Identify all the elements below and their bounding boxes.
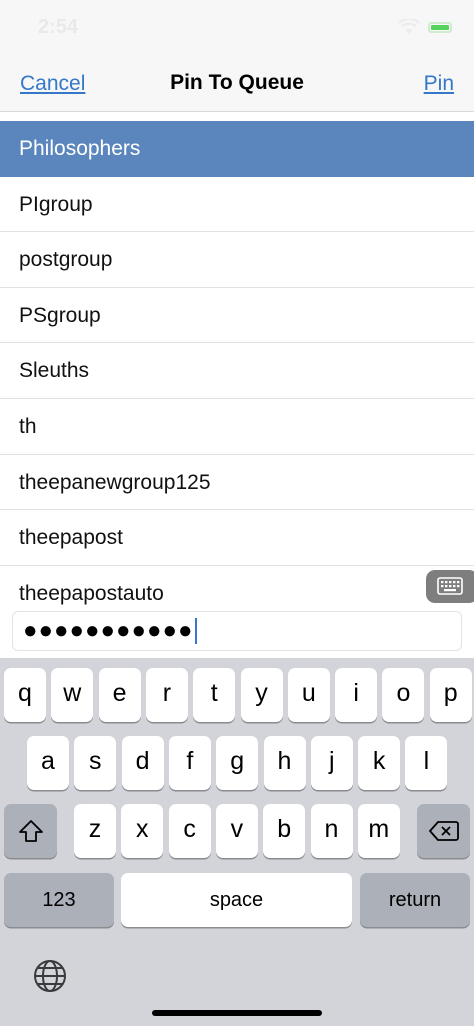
return-key-label: return: [388, 889, 442, 911]
key-label: l: [423, 747, 430, 775]
key-n[interactable]: n: [310, 804, 353, 858]
key-q[interactable]: q: [4, 668, 46, 722]
keyboard-dismiss-button[interactable]: [426, 570, 474, 603]
queue-item[interactable]: theepapost: [0, 510, 474, 566]
key-label: i: [353, 679, 359, 707]
key-label: j: [329, 747, 335, 775]
queue-item[interactable]: theepapostauto: [0, 566, 474, 606]
wifi-icon: [398, 19, 420, 34]
key-v[interactable]: v: [215, 804, 258, 858]
keyboard: q w e r t y u i o p a s d f g h j k l z x c v b n m 123 space ret…: [0, 658, 474, 1026]
key-label: p: [443, 679, 458, 707]
queue-item[interactable]: Philosophers: [0, 121, 474, 177]
key-label: r: [162, 679, 172, 707]
text-caret: [195, 618, 198, 644]
key-z[interactable]: z: [74, 804, 116, 858]
key-d[interactable]: d: [121, 736, 164, 790]
key-h[interactable]: h: [263, 736, 306, 790]
key-label: m: [368, 815, 390, 843]
input-row: ●●●●●●●●●●●: [0, 606, 474, 658]
key-c[interactable]: c: [168, 804, 211, 858]
key-k[interactable]: k: [358, 736, 401, 790]
globe-icon[interactable]: [32, 958, 68, 994]
pin-button[interactable]: Pin: [424, 72, 454, 96]
shift-icon: [18, 820, 43, 842]
key-i[interactable]: i: [335, 668, 378, 722]
page-title: Pin To Queue: [170, 71, 304, 94]
status-time: 2:54: [38, 16, 79, 38]
space-key[interactable]: space: [121, 873, 352, 927]
queue-item[interactable]: th: [0, 399, 474, 455]
numbers-key-label: 123: [42, 889, 76, 911]
key-j[interactable]: j: [310, 736, 353, 790]
queue-item[interactable]: theepanewgroup125: [0, 455, 474, 511]
home-indicator: [152, 1010, 322, 1016]
password-field[interactable]: ●●●●●●●●●●●: [12, 611, 462, 651]
queue-item[interactable]: PIgroup: [0, 177, 474, 233]
space-key-label: space: [209, 889, 264, 911]
key-a[interactable]: a: [27, 736, 69, 790]
key-label: c: [183, 815, 196, 843]
key-t[interactable]: t: [193, 668, 236, 722]
key-label: y: [255, 679, 268, 707]
queue-list: Philosophers PIgroup postgroup PSgroup S…: [0, 121, 474, 606]
key-label: f: [186, 747, 194, 775]
numbers-key[interactable]: 123: [4, 873, 114, 927]
key-s[interactable]: s: [74, 736, 117, 790]
key-g[interactable]: g: [216, 736, 259, 790]
key-label: t: [210, 679, 218, 707]
status-bar: 2:54: [0, 0, 474, 58]
key-label: v: [230, 815, 244, 843]
key-label: e: [112, 679, 127, 707]
key-e[interactable]: e: [98, 668, 141, 722]
key-label: a: [41, 747, 55, 775]
key-w[interactable]: w: [51, 668, 94, 722]
queue-item[interactable]: Sleuths: [0, 343, 474, 399]
delete-key[interactable]: [417, 804, 470, 858]
key-label: s: [89, 747, 102, 775]
keyboard-icon: [437, 577, 463, 595]
key-f[interactable]: f: [168, 736, 211, 790]
key-label: u: [301, 679, 316, 707]
key-label: n: [324, 815, 339, 843]
key-label: o: [396, 679, 411, 707]
delete-icon: [428, 821, 459, 841]
battery-icon: [428, 22, 452, 33]
key-y[interactable]: y: [240, 668, 283, 722]
key-o[interactable]: o: [382, 668, 425, 722]
key-label: k: [372, 747, 386, 775]
key-label: z: [88, 815, 102, 843]
queue-item[interactable]: PSgroup: [0, 288, 474, 344]
key-label: d: [135, 747, 150, 775]
key-x[interactable]: x: [121, 804, 164, 858]
key-p[interactable]: p: [429, 668, 472, 722]
key-label: b: [277, 815, 292, 843]
key-r[interactable]: r: [145, 668, 188, 722]
key-l[interactable]: l: [405, 736, 448, 790]
key-label: g: [230, 747, 245, 775]
key-b[interactable]: b: [263, 804, 306, 858]
key-label: x: [136, 815, 149, 843]
nav-bar: Cancel Pin To Queue Pin: [0, 58, 474, 112]
return-key[interactable]: return: [360, 873, 470, 927]
key-u[interactable]: u: [287, 668, 330, 722]
shift-key[interactable]: [4, 804, 57, 858]
key-label: q: [18, 679, 32, 707]
queue-item[interactable]: postgroup: [0, 232, 474, 288]
key-label: w: [63, 679, 82, 707]
key-m[interactable]: m: [357, 804, 400, 858]
password-value: ●●●●●●●●●●●: [23, 617, 194, 644]
key-label: h: [277, 747, 292, 775]
